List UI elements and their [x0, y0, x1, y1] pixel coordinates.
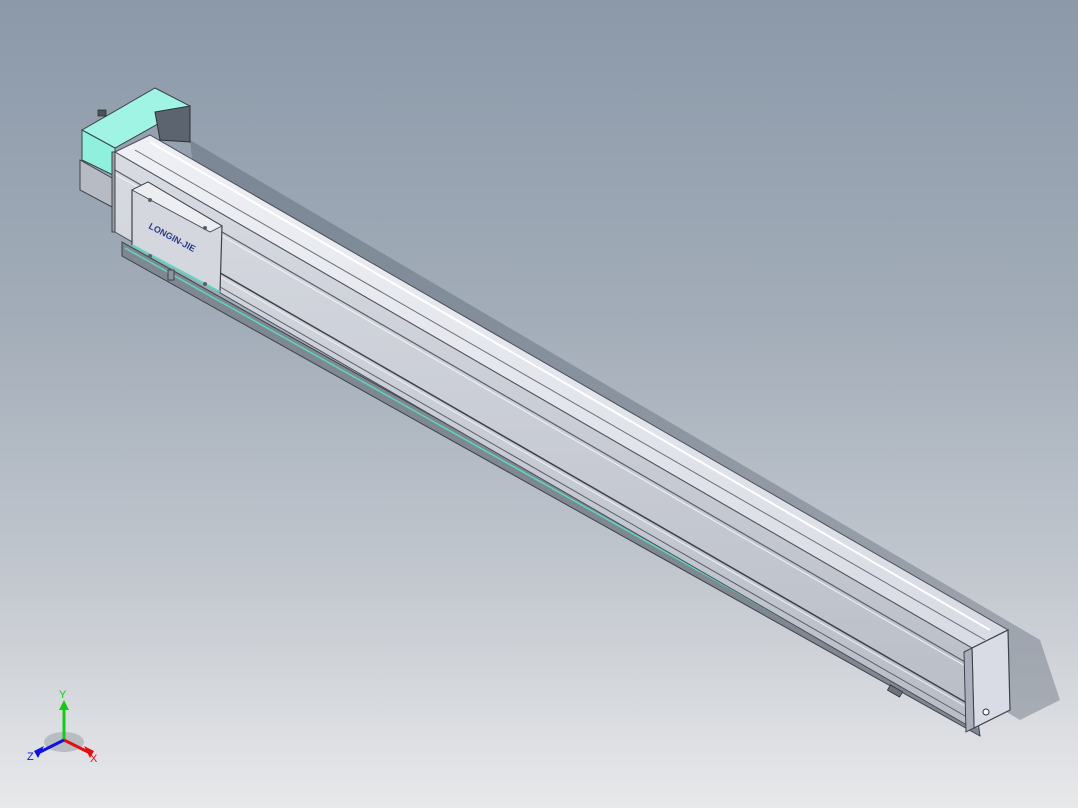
rail-groove-5	[214, 283, 973, 721]
triad-y-arrow	[59, 700, 69, 710]
rail-groove-4	[214, 273, 973, 711]
rail-front-face	[114, 151, 973, 729]
carriage-screw-1	[148, 198, 152, 202]
rail-top-face	[113, 134, 1010, 649]
rail-groove-2	[114, 173, 973, 671]
triad-label-x: X	[90, 753, 98, 765]
end-cap-inner	[963, 647, 975, 733]
triad-label-y: Y	[59, 690, 67, 701]
rail-base-strip	[121, 241, 981, 737]
end-cap-front	[971, 629, 1011, 729]
rail-top-highlight	[149, 141, 991, 631]
rail-top-groove	[134, 149, 986, 641]
end-cap-hole	[982, 708, 990, 716]
coordinate-triad: Y X Z	[27, 690, 98, 765]
rail-groove-1	[114, 169, 973, 667]
motor-bolt	[97, 109, 107, 117]
carriage-stud	[167, 269, 175, 281]
carriage-screw-4	[203, 282, 207, 286]
motor-housing-side	[154, 105, 191, 143]
cad-model-view[interactable]: LONGIN-JIE	[0, 0, 1078, 808]
triad-label-z: Z	[27, 751, 34, 763]
carriage-screw-3	[148, 254, 152, 258]
graphics-viewport[interactable]: LONGIN-JIE Y X Z	[0, 0, 1078, 808]
carriage-screw-2	[203, 226, 207, 230]
rail-groove-3	[214, 269, 973, 707]
left-end-block	[111, 151, 116, 233]
